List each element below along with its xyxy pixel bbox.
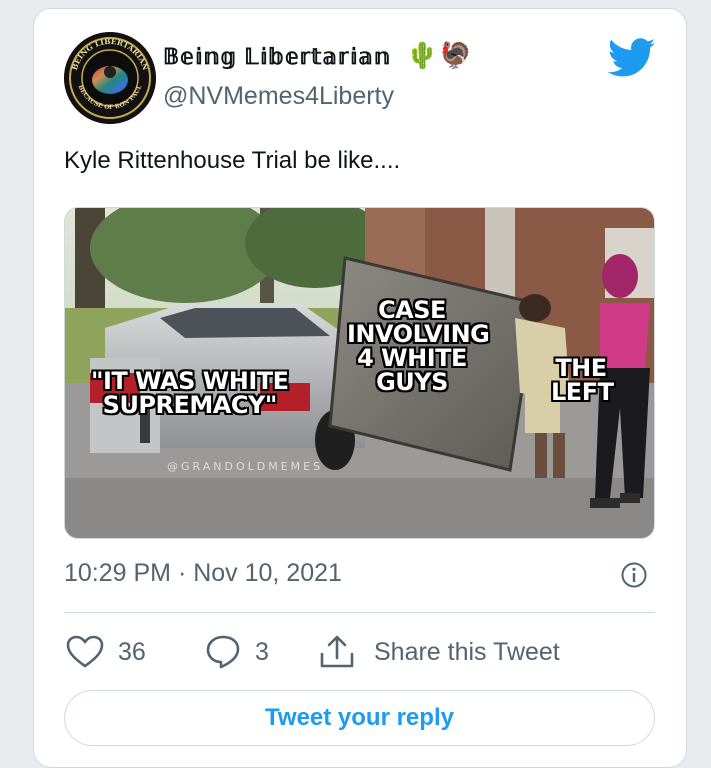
divider <box>64 612 655 613</box>
speech-bubble-icon <box>206 635 240 669</box>
meme-watermark: @GRANDOLDMEMES <box>167 460 324 473</box>
twitter-bird-icon[interactable] <box>608 38 656 78</box>
display-name[interactable]: 𝔹𝕖𝕚𝕟𝕘 𝕃𝕚𝕓𝕖𝕣𝕥𝕒𝕣𝕚𝕒𝕟 🌵🦃 <box>163 40 473 71</box>
meme-label-mattress-line4: GUYS <box>376 368 448 396</box>
meme-label-woman-line1: THE <box>555 354 607 382</box>
meme-label-woman-line2: LEFT <box>551 378 614 406</box>
avatar-logo-icon: BEING LIBERTARIAN BECAUSE OF RON PAUL <box>64 32 156 124</box>
user-handle[interactable]: @NVMemes4Liberty <box>163 82 394 111</box>
like-count: 36 <box>118 637 146 666</box>
share-upload-icon <box>320 635 354 668</box>
meme-label-car-line1: "IT WAS WHITE <box>91 367 289 395</box>
display-name-emojis: 🌵🦃 <box>406 40 473 70</box>
meme-label-mattress-line3: 4 WHITE <box>357 344 467 372</box>
display-name-text: 𝔹𝕖𝕚𝕟𝕘 𝕃𝕚𝕓𝕖𝕣𝕥𝕒𝕣𝕚𝕒𝕟 <box>163 44 392 69</box>
meme-label-mattress-line2: INVOLVING <box>347 320 490 348</box>
meme-label-mattress: CASE INVOLVING 4 WHITE GUYS <box>347 296 490 396</box>
tweet-text: Kyle Rittenhouse Trial be like.... <box>64 147 401 174</box>
tweet-timestamp[interactable]: 10:29 PM · Nov 10, 2021 <box>64 559 342 588</box>
tweet-media-image[interactable]: "IT WAS WHITE SUPREMACY" CASE INVOLVING … <box>64 207 655 539</box>
avatar[interactable]: BEING LIBERTARIAN BECAUSE OF RON PAUL <box>64 32 156 124</box>
tweet-reply-button[interactable]: Tweet your reply <box>64 690 655 746</box>
meme-label-mattress-line1: CASE <box>378 296 446 324</box>
heart-icon <box>66 635 104 668</box>
reply-button[interactable]: 3 <box>205 634 269 670</box>
meme-label-car-line2: SUPREMACY" <box>102 391 278 419</box>
info-icon[interactable] <box>620 561 648 589</box>
share-button[interactable]: Share this Tweet <box>318 634 560 670</box>
reply-count: 3 <box>255 637 269 666</box>
share-label: Share this Tweet <box>374 637 560 666</box>
meme-label-woman: THE LEFT <box>551 354 614 406</box>
meme-label-car: "IT WAS WHITE SUPREMACY" <box>91 369 289 417</box>
like-button[interactable]: 36 <box>66 634 146 670</box>
